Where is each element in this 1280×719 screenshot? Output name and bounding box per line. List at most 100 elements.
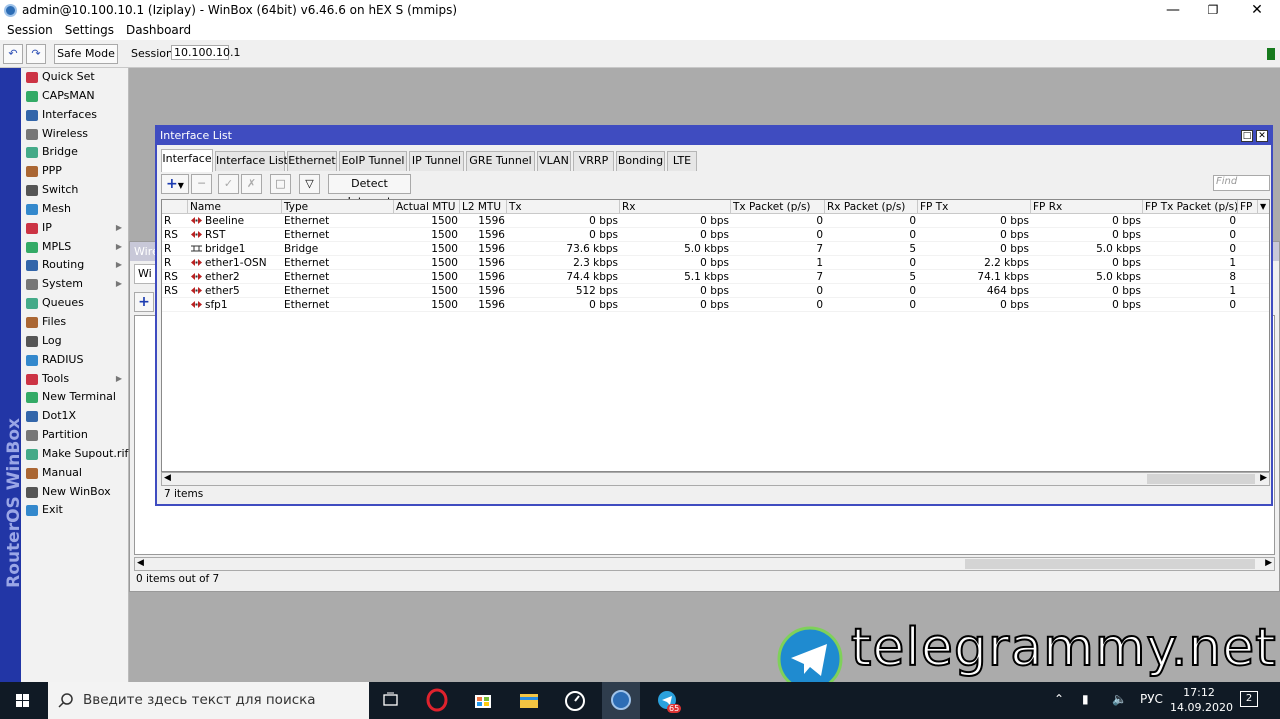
volume-icon[interactable]: 🔈 xyxy=(1112,692,1127,706)
window-restore-button[interactable]: □ xyxy=(1241,130,1253,142)
tab-vrrp[interactable]: VRRP xyxy=(573,151,614,171)
maximize-button[interactable]: ❐ xyxy=(1190,0,1236,21)
language-indicator[interactable]: РУС xyxy=(1140,692,1163,706)
tab-bonding[interactable]: Bonding xyxy=(616,151,665,171)
tab-interface-list[interactable]: Interface List xyxy=(215,151,288,171)
table-row[interactable]: RS ether5 Ethernet 1500 1596 512 bps 0 bps 0 0 46… xyxy=(162,284,1269,298)
sidebar-item-radius[interactable]: RADIUS xyxy=(21,351,128,370)
network-icon[interactable]: ▮ xyxy=(1082,692,1089,706)
store-icon[interactable] xyxy=(464,682,502,719)
opera-icon[interactable] xyxy=(418,682,456,719)
column-header[interactable]: FP xyxy=(1238,200,1258,214)
redo-button[interactable]: ↷ xyxy=(26,44,46,64)
column-header[interactable]: FP Tx Packet (p/s) xyxy=(1143,200,1238,214)
filter-button[interactable]: ▽ xyxy=(299,174,320,194)
find-input[interactable]: Find xyxy=(1213,175,1270,191)
scroll-right-icon[interactable]: ▶ xyxy=(1265,558,1272,568)
sidebar-item-files[interactable]: Files xyxy=(21,313,128,332)
scroll-left-icon[interactable]: ◀ xyxy=(137,558,144,568)
clock[interactable]: 17:12 14.09.2020 xyxy=(1170,685,1233,715)
winbox-task-icon[interactable] xyxy=(602,682,640,719)
scroll-right-icon[interactable]: ▶ xyxy=(1260,473,1267,483)
column-header[interactable]: Type xyxy=(282,200,394,214)
column-header[interactable]: Tx Packet (p/s) xyxy=(731,200,825,214)
wireless-tab[interactable]: Wi xyxy=(134,264,156,284)
table-row[interactable]: R Beeline Ethernet 1500 1596 0 bps 0 bps 0 0 0 bp… xyxy=(162,214,1269,228)
sidebar-item-switch[interactable]: Switch xyxy=(21,181,128,200)
sidebar-item-make-supout-rif[interactable]: Make Supout.rif xyxy=(21,445,128,464)
sidebar-item-mesh[interactable]: Mesh xyxy=(21,200,128,219)
file-explorer-icon[interactable] xyxy=(510,682,548,719)
sidebar-item-routing[interactable]: Routing ▶ xyxy=(21,256,128,275)
table-row[interactable]: sfp1 Ethernet 1500 1596 0 bps 0 bps 0 0 0 bps 0 b… xyxy=(162,298,1269,312)
sidebar-item-queues[interactable]: Queues xyxy=(21,294,128,313)
sidebar-item-tools[interactable]: Tools ▶ xyxy=(21,370,128,389)
sidebar-item-interfaces[interactable]: Interfaces xyxy=(21,106,128,125)
window-close-button[interactable]: ✕ xyxy=(1256,130,1268,142)
column-header[interactable]: Name xyxy=(188,200,282,214)
wireless-add-icon[interactable]: + xyxy=(134,292,154,312)
column-header[interactable]: Rx Packet (p/s) xyxy=(825,200,918,214)
menu-settings[interactable]: Settings xyxy=(65,21,114,40)
telegram-task-icon[interactable]: 65 xyxy=(648,682,686,719)
session-field[interactable]: 10.100.10.1 xyxy=(171,45,240,60)
tab-eoip-tunnel[interactable]: EoIP Tunnel xyxy=(339,151,407,171)
menu-session[interactable]: Session xyxy=(7,21,53,40)
column-header[interactable]: FP Rx xyxy=(1031,200,1143,214)
sidebar-item-mpls[interactable]: MPLS ▶ xyxy=(21,238,128,257)
undo-button[interactable]: ↶ xyxy=(3,44,23,64)
sidebar-item-log[interactable]: Log xyxy=(21,332,128,351)
sidebar-item-new-winbox[interactable]: New WinBox xyxy=(21,483,128,502)
remove-button[interactable]: ─ xyxy=(191,174,212,194)
safe-mode-button[interactable]: Safe Mode xyxy=(54,44,118,64)
sidebar-item-bridge[interactable]: Bridge xyxy=(21,143,128,162)
column-header-flags[interactable] xyxy=(162,200,188,214)
sidebar-item-new-terminal[interactable]: New Terminal xyxy=(21,388,128,407)
tab-ip-tunnel[interactable]: IP Tunnel xyxy=(409,151,464,171)
sidebar-item-exit[interactable]: Exit xyxy=(21,501,128,520)
sidebar-item-manual[interactable]: Manual xyxy=(21,464,128,483)
sidebar-item-ip[interactable]: IP ▶ xyxy=(21,219,128,238)
start-button[interactable] xyxy=(4,682,42,719)
column-header[interactable]: Actual MTU xyxy=(394,200,460,214)
table-row[interactable]: Rether1-OSN Ethernet 1500 1596 2.3 kbps 0 bps… xyxy=(162,256,1269,270)
column-header[interactable]: FP Tx xyxy=(918,200,1031,214)
scroll-thumb[interactable] xyxy=(965,559,1255,569)
sidebar-item-capsman[interactable]: CAPsMAN xyxy=(21,87,128,106)
tray-chevron-icon[interactable]: ⌃ xyxy=(1054,692,1064,706)
task-view-icon[interactable] xyxy=(372,682,410,719)
speedtest-icon[interactable] xyxy=(556,682,594,719)
tab-lte[interactable]: LTE xyxy=(667,151,697,171)
sidebar-item-system[interactable]: System ▶ xyxy=(21,275,128,294)
sidebar-item-dot1x[interactable]: Dot1X xyxy=(21,407,128,426)
tab-vlan[interactable]: VLAN xyxy=(537,151,571,171)
close-button[interactable]: ✕ xyxy=(1234,0,1280,21)
sidebar-item-ppp[interactable]: PPP xyxy=(21,162,128,181)
scroll-left-icon[interactable]: ◀ xyxy=(164,473,171,483)
wireless-scrollbar[interactable]: ◀ ▶ xyxy=(134,557,1275,571)
add-button[interactable]: +▼ xyxy=(161,174,189,194)
table-scrollbar[interactable]: ◀ ▶ xyxy=(161,472,1270,486)
table-row[interactable]: RS RST Ethernet 1500 1596 0 bps 0 bps 0 0 0 bps 0 … xyxy=(162,228,1269,242)
column-menu-icon[interactable]: ▼ xyxy=(1258,200,1270,214)
sidebar-item-quick-set[interactable]: Quick Set xyxy=(21,68,128,87)
notifications-icon[interactable]: 2 xyxy=(1240,691,1258,707)
tab-gre-tunnel[interactable]: GRE Tunnel xyxy=(466,151,535,171)
menu-dashboard[interactable]: Dashboard xyxy=(126,21,191,40)
scroll-thumb[interactable] xyxy=(1147,474,1255,484)
column-header[interactable]: Rx xyxy=(620,200,731,214)
column-header[interactable]: L2 MTU xyxy=(460,200,507,214)
enable-button[interactable]: ✓ xyxy=(218,174,239,194)
disable-button[interactable]: ✗ xyxy=(241,174,262,194)
tab-interface[interactable]: Interface xyxy=(161,149,213,172)
column-header[interactable]: Tx xyxy=(507,200,620,214)
table-row[interactable]: RS ether2 Ethernet 1500 1596 74.4 kbps 5.1 kbp… xyxy=(162,270,1269,284)
tab-ethernet[interactable]: Ethernet xyxy=(287,151,337,171)
comment-button[interactable]: □ xyxy=(270,174,291,194)
detect-internet-button[interactable]: Detect Internet xyxy=(328,174,411,208)
taskbar-search[interactable]: Введите здесь текст для поиска xyxy=(48,682,369,719)
table-row[interactable]: Rbridge1 Bridge 1500 1596 73.6 kbps 5.0 kbps 7… xyxy=(162,242,1269,256)
sidebar-item-wireless[interactable]: Wireless xyxy=(21,125,128,144)
sidebar-item-partition[interactable]: Partition xyxy=(21,426,128,445)
cell-tx: 0 bps xyxy=(589,299,618,311)
